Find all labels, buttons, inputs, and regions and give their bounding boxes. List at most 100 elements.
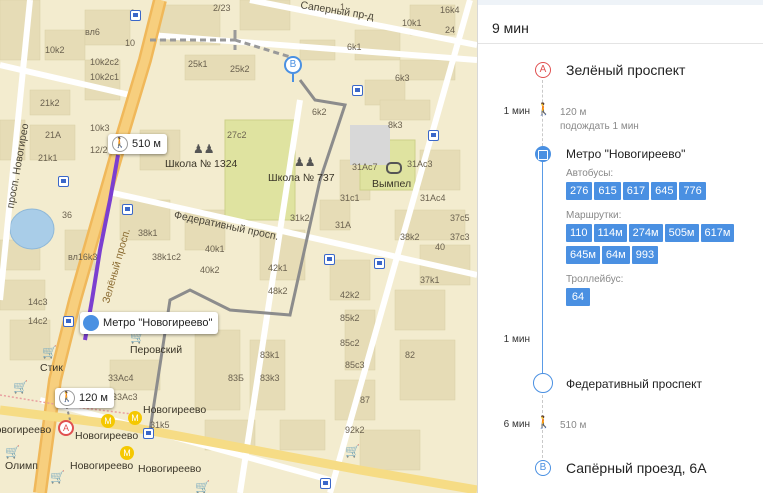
building-label: 14c3 <box>28 297 48 307</box>
route-badge[interactable]: 617 <box>622 182 650 200</box>
divider <box>478 43 763 44</box>
shop-icon: 🛒 <box>42 345 57 359</box>
buses-list: 276 615 617 645 776 <box>566 182 706 200</box>
bus-stop-icon[interactable] <box>143 428 154 439</box>
building-label: 31k2 <box>290 213 310 223</box>
building-label: 36 <box>62 210 73 220</box>
destination-marker-b[interactable]: B <box>284 56 302 74</box>
route-badge[interactable]: 617м <box>700 224 735 242</box>
building-label: 31Ас7 <box>352 162 378 172</box>
building-label: 31Ас4 <box>420 193 446 203</box>
route-badge[interactable]: 993 <box>631 246 659 264</box>
metro-stop-bubble[interactable]: Метро "Новогиреево" <box>80 312 219 334</box>
building-label: 48k2 <box>268 286 288 296</box>
route-details-panel: 9 мин A Зелёный проспект 1 мин 🚶 120 м п… <box>477 0 763 493</box>
route-badge[interactable]: 505м <box>664 224 699 242</box>
building-label: 10k2c2 <box>90 57 120 67</box>
poi-olimp[interactable]: Олимп <box>5 460 38 472</box>
walk-distance: 120 м <box>560 107 587 118</box>
bus-icon <box>83 315 99 331</box>
building-label: 16k4 <box>440 5 460 15</box>
building-label: 10k2c1 <box>90 72 120 82</box>
building-label: 38k1 <box>138 228 158 238</box>
route-badge[interactable]: 645 <box>651 182 678 200</box>
route-badge[interactable]: 645м <box>566 246 600 264</box>
building-label: 40k2 <box>200 265 220 275</box>
ride-time-label: 1 мин <box>503 334 530 345</box>
building-label: вл6 <box>85 27 100 37</box>
metro-stop-name[interactable]: Метро "Новогиреево" <box>566 147 685 161</box>
bus-stop-icon[interactable] <box>130 10 141 21</box>
walk-time-label: 1 мин <box>503 106 530 117</box>
poi-novogireevo-3[interactable]: Новогиреево <box>70 460 133 472</box>
stop-b-name[interactable]: Сапёрный проезд, 6А <box>566 460 707 476</box>
metro-icon[interactable]: M <box>101 414 115 428</box>
poi-perovsky[interactable]: Перовский <box>130 344 182 356</box>
building-label: 21k1 <box>38 153 58 163</box>
buses-label: Автобусы: <box>566 168 614 179</box>
building-label: 21А <box>45 130 62 140</box>
building-label: 85k2 <box>340 313 360 323</box>
bus-stop-icon[interactable] <box>58 176 69 187</box>
top-edge <box>478 0 763 5</box>
timeline-bus-line <box>542 160 543 374</box>
route-badge[interactable]: 64 <box>566 288 590 306</box>
start-marker-a[interactable]: A <box>58 420 74 436</box>
bus-stop-icon[interactable] <box>324 254 335 265</box>
building-label: 25k2 <box>230 64 250 74</box>
bus-stop-icon[interactable] <box>374 258 385 269</box>
bus-stop-icon[interactable] <box>320 478 331 489</box>
building-label: 27c2 <box>227 130 247 140</box>
route-badge[interactable]: 615 <box>594 182 621 200</box>
trolleybus-list: 64 <box>566 288 590 306</box>
poi-school-737[interactable]: Школа № 737 <box>268 172 335 184</box>
bus-stop-icon[interactable] <box>63 316 74 327</box>
metro-icon[interactable]: M <box>120 446 134 460</box>
building-label: 25k1 <box>188 59 208 69</box>
route-duration-title: 9 мин <box>492 20 529 36</box>
building-label: 21k2 <box>40 98 60 108</box>
walk-time-label: 6 мин <box>503 419 530 430</box>
building-label: 37c5 <box>450 213 470 223</box>
federativny-stop-name[interactable]: Федеративный проспект <box>566 377 702 391</box>
walk-distance-label: 510 м <box>132 138 161 150</box>
bus-stop-icon[interactable] <box>122 204 133 215</box>
shop-icon: 🛒 <box>13 380 28 394</box>
building-label: вл16k3 <box>68 252 98 262</box>
poi-novogireevo-2[interactable]: Новогиреево <box>75 430 138 442</box>
route-badge[interactable]: 110 <box>566 224 592 242</box>
building-label: 12/2 <box>90 145 108 155</box>
walking-icon: 🚶 <box>536 415 551 429</box>
stop-a-name[interactable]: Зелёный проспект <box>566 62 685 78</box>
bus-stop-marker <box>535 146 551 162</box>
metro-icon[interactable]: M <box>128 411 142 425</box>
route-badge[interactable]: 276 <box>566 182 593 200</box>
route-badge[interactable]: 776 <box>679 182 706 200</box>
route-badge[interactable]: 64м <box>601 246 630 264</box>
bus-stop-icon[interactable] <box>428 130 439 141</box>
building-label: 37k1 <box>420 275 440 285</box>
poi-stik[interactable]: Стик <box>40 362 63 374</box>
map-view[interactable]: 2/23 6 1 10k1 24 16k4 6k1 10k2 вл6 10 10… <box>0 0 477 493</box>
poi-novogireevo-1[interactable]: Новогиреево <box>143 404 206 416</box>
building-label: 33Ас3 <box>112 392 138 402</box>
poi-novogireevo-left[interactable]: Новогиреево <box>0 424 51 436</box>
poi-school-1324[interactable]: Школа № 1324 <box>165 158 237 170</box>
building-label: 38k2 <box>400 232 420 242</box>
shop-icon: 🛒 <box>195 480 210 493</box>
school-icon: ♟♟ <box>193 142 215 156</box>
building-label: 83k1 <box>260 350 280 360</box>
poi-novogireevo-4[interactable]: Новогиреево <box>138 463 201 475</box>
building-label: 31Ас3 <box>407 159 433 169</box>
building-label: 33Ас4 <box>108 373 134 383</box>
transfer-stop-marker <box>533 373 553 393</box>
shop-icon: 🛒 <box>5 445 20 459</box>
building-label: 10k3 <box>90 123 110 133</box>
route-badge[interactable]: 114м <box>593 224 627 242</box>
poi-vympel[interactable]: Вымпел <box>372 178 411 190</box>
walk-distance-bubble-510[interactable]: 🚶 510 м <box>108 134 167 154</box>
route-badge[interactable]: 274м <box>628 224 663 242</box>
walk-distance-bubble-120[interactable]: 🚶 120 м <box>55 388 114 408</box>
bus-stop-icon[interactable] <box>352 85 363 96</box>
building-label: 40 <box>435 242 446 252</box>
